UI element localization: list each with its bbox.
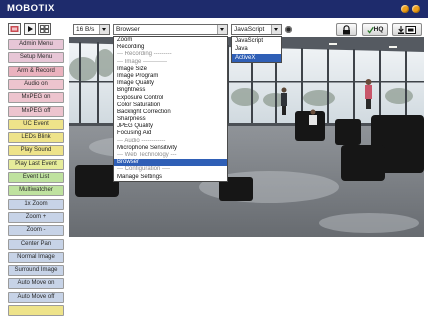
zoom-plus-button[interactable]: Zoom + xyxy=(8,211,64,223)
option-browser[interactable]: Browser xyxy=(114,159,227,167)
option-image-program[interactable]: Image Program xyxy=(114,73,227,80)
mxpeg-on-button[interactable]: MxPEG on xyxy=(8,92,64,104)
sofa xyxy=(341,145,385,181)
option-group-audio: --- Audio ------------ xyxy=(117,137,166,144)
option-java[interactable]: Java xyxy=(232,45,281,53)
chair xyxy=(335,119,361,145)
header-bar: MOBOTIX xyxy=(0,0,428,18)
info-icon[interactable] xyxy=(412,5,420,13)
dropdown-arrow-icon[interactable] xyxy=(99,25,109,34)
checkmark-icon xyxy=(366,26,374,34)
option-image-size[interactable]: Image Size xyxy=(114,66,227,73)
play-sound-button[interactable]: Play Sound xyxy=(8,145,64,157)
option-jpeg-quality[interactable]: JPEG Quality xyxy=(114,123,227,130)
multiview-icon[interactable] xyxy=(38,23,51,35)
option-group-recording: --- Recording --------- xyxy=(117,51,172,58)
indicator-icon[interactable] xyxy=(285,26,292,33)
web-technology-select[interactable]: JavaScript xyxy=(231,24,282,35)
brand-logo: MOBOTIX xyxy=(7,3,55,14)
option-zoom[interactable]: Zoom xyxy=(114,37,227,44)
option-javascript[interactable]: JavaScript xyxy=(232,37,281,45)
leds-blink-button[interactable]: LEDs Blink xyxy=(8,132,64,144)
option-group-image: --- Image ------------ xyxy=(117,58,167,65)
frame-rate-select[interactable]: 16 B/s xyxy=(73,24,110,35)
sidebar: Admin Menu Setup Menu Arm & Record Audio on… xyxy=(8,39,64,317)
option-sharpness[interactable]: Sharpness xyxy=(114,116,227,123)
web-technology-value: JavaScript xyxy=(234,26,265,33)
save-image-button[interactable] xyxy=(392,23,422,36)
play-last-event-button[interactable]: Play Last Event xyxy=(8,158,64,170)
audio-on-button[interactable]: Audio on xyxy=(8,78,64,90)
normal-image-button[interactable]: Normal Image xyxy=(8,251,64,263)
option-brightness[interactable]: Brightness xyxy=(114,87,227,94)
option-image-quality[interactable]: Image Quality xyxy=(114,80,227,87)
option-manage-settings[interactable]: Manage Settings xyxy=(114,174,227,181)
quick-control-value: Browser xyxy=(116,26,140,33)
setup-menu-button[interactable]: Setup Menu xyxy=(8,52,64,64)
center-pan-button[interactable]: Center Pan xyxy=(8,238,64,250)
quick-control-list: Zoom Recording --- Recording --------- --- … xyxy=(113,36,228,182)
option-color-saturation[interactable]: Color Saturation xyxy=(114,102,227,109)
admin-menu-button[interactable]: Admin Menu xyxy=(8,39,64,50)
hq-button[interactable]: HQ xyxy=(362,23,388,36)
save-image-icon xyxy=(398,25,416,34)
event-list-button[interactable]: Event List xyxy=(8,172,64,183)
option-recording[interactable]: Recording xyxy=(114,44,227,51)
hq-label: HQ xyxy=(373,26,384,33)
frame-rate-value: 16 B/s xyxy=(76,26,95,33)
live-image-icon[interactable] xyxy=(8,23,21,35)
auto-move-on-button[interactable]: Auto Move on xyxy=(8,278,64,290)
option-activex[interactable]: ActiveX xyxy=(232,53,281,62)
option-backlight-correction[interactable]: Backlight Correction xyxy=(114,109,227,116)
multiwatcher-button[interactable]: Multiwatcher xyxy=(8,185,64,197)
dropdown-arrow-icon[interactable] xyxy=(271,25,281,34)
option-group-web-technology: --- Web Technology --- xyxy=(117,152,177,158)
lock-button[interactable] xyxy=(336,23,357,36)
sidebar-button[interactable] xyxy=(8,305,64,316)
1x-zoom-button[interactable]: 1x Zoom xyxy=(8,198,64,210)
dropdown-arrow-icon[interactable] xyxy=(217,25,227,34)
zoom-minus-button[interactable]: Zoom - xyxy=(8,225,64,237)
auto-move-off-button[interactable]: Auto Move off xyxy=(8,291,64,303)
mxpeg-off-button[interactable]: MxPEG off xyxy=(8,105,64,117)
arm-record-button[interactable]: Arm & Record xyxy=(8,65,64,77)
web-technology-list: JavaScript Java ActiveX xyxy=(231,36,282,63)
option-focusing-aid[interactable]: Focusing Aid xyxy=(114,130,227,137)
lock-icon xyxy=(343,24,350,34)
quick-control-select[interactable]: Browser xyxy=(113,24,228,35)
play-icon[interactable] xyxy=(24,23,36,35)
option-exposure-control[interactable]: Exposure Control xyxy=(114,95,227,102)
person-in-red xyxy=(365,79,372,109)
surround-image-button[interactable]: Surround Image xyxy=(8,265,64,277)
option-group-configuration: --- Configuration ---- xyxy=(117,166,171,173)
option-microphone-sensitivity[interactable]: Microphone Sensitivity xyxy=(114,145,227,152)
help-icon[interactable] xyxy=(401,5,409,13)
uc-event-button[interactable]: UC Event xyxy=(8,118,64,130)
